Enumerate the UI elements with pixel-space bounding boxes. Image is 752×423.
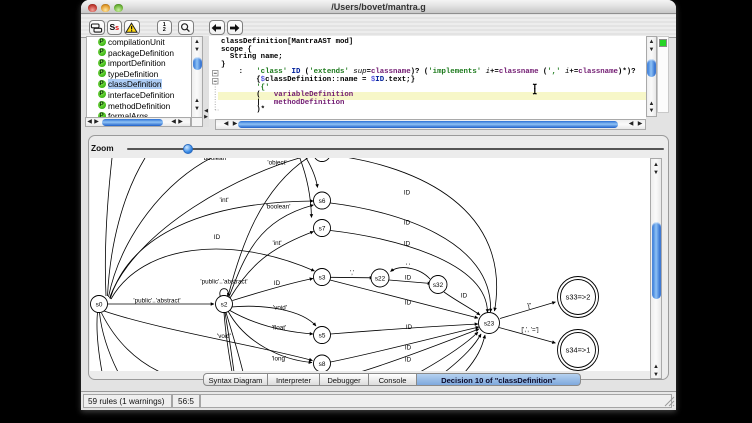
svg-text:s34=>1: s34=>1	[566, 346, 591, 355]
svg-text:'boolean': 'boolean'	[203, 158, 228, 162]
svg-text:'object': 'object'	[267, 160, 286, 167]
svg-text:',': ','	[350, 270, 354, 277]
svg-text:ID: ID	[274, 280, 281, 287]
svg-text:'boolean': 'boolean'	[266, 204, 291, 211]
svg-text:ID: ID	[461, 293, 468, 300]
svg-text:ID: ID	[405, 275, 412, 282]
svg-text:'{': '{'	[527, 303, 532, 310]
svg-text:ID: ID	[405, 345, 412, 352]
svg-text:s8: s8	[319, 361, 326, 368]
svg-text:'float': 'float'	[272, 325, 286, 332]
svg-text:'void': 'void'	[273, 305, 287, 312]
svg-text:'int': 'int'	[219, 197, 228, 204]
svg-text:'int': 'int'	[272, 240, 281, 247]
svg-text:s2: s2	[221, 301, 228, 308]
svg-text:ID: ID	[405, 357, 412, 364]
svg-text:s6: s6	[319, 198, 326, 205]
svg-text:s7: s7	[319, 225, 326, 232]
svg-text:s3: s3	[319, 274, 326, 281]
svg-text:ID: ID	[404, 190, 411, 197]
svg-text:s32: s32	[433, 282, 444, 289]
svg-text:'void': 'void'	[217, 333, 231, 340]
svg-text:ID: ID	[406, 324, 413, 331]
svg-text:ID: ID	[405, 300, 412, 307]
svg-text:s5: s5	[319, 332, 326, 339]
svg-text:ID: ID	[214, 234, 221, 241]
svg-text:s22: s22	[375, 275, 386, 282]
svg-text:s0: s0	[96, 301, 103, 308]
svg-text:s23: s23	[484, 320, 495, 327]
svg-text:ID: ID	[404, 220, 411, 227]
svg-text:s33=>2: s33=>2	[566, 293, 591, 302]
svg-text:',': ','	[406, 263, 410, 270]
svg-text:'public'..'abstract': 'public'..'abstract'	[133, 298, 180, 305]
svg-text:'public'..'abstract': 'public'..'abstract'	[200, 279, 247, 286]
svg-text:[',', '=']: [',', '=']	[521, 327, 538, 334]
svg-text:'long': 'long'	[272, 356, 286, 363]
svg-text:ID: ID	[404, 241, 411, 248]
